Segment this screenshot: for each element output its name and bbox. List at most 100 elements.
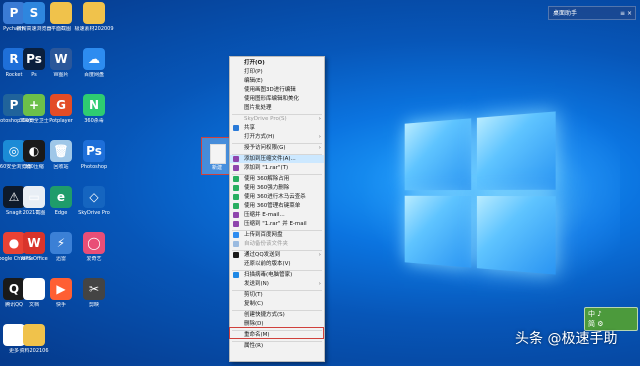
desktop-icon-shortcut-6[interactable]: N 360杀毒 — [74, 94, 114, 136]
menu-item[interactable]: 使用 360解除占用 — [230, 175, 324, 183]
desktop-icon-label: Photoshop — [74, 164, 114, 170]
menu-item-label: 使用 360强力删除 — [244, 185, 289, 191]
menu-item[interactable]: 剪切(T) — [230, 291, 324, 299]
menu-item-icon — [233, 252, 239, 258]
menu-item-label: 压缩到 "1.rar" 并 E-mail — [244, 221, 307, 227]
menu-item[interactable]: 使用 360进行木马云查杀 — [230, 193, 324, 201]
menu-item-icon — [233, 165, 239, 171]
menu-item-icon — [233, 156, 239, 162]
desktop-icon-shortcut-21[interactable]: ✂ 剪映 — [74, 278, 114, 320]
menu-item-label: 使用 360进行木马云查杀 — [244, 194, 306, 200]
menu-item[interactable]: 授予访问权限(G) › — [230, 144, 324, 152]
menu-item-label: 添加到压缩文件(A)... — [244, 156, 296, 162]
menu-item-icon — [233, 203, 239, 209]
menu-item-label: 授予访问权限(G) — [244, 145, 286, 151]
menu-item[interactable]: 打开(O) — [230, 59, 324, 67]
menu-item[interactable]: 发送到(N) › — [230, 280, 324, 288]
chevron-right-icon: › — [319, 144, 321, 152]
watermark: 头条 @极速手助 — [515, 328, 617, 348]
desktop-assistant-gadget[interactable]: 桌面助手 ≡ × — [548, 6, 636, 20]
menu-item-icon — [233, 125, 239, 131]
baidu-netdisk-icon: ☁ — [83, 48, 105, 70]
desktop-icon-label: 360杀毒 — [74, 118, 114, 124]
desktop-icon-baidu-netdisk[interactable]: ☁ 百度网盘 — [74, 48, 114, 90]
chevron-right-icon: › — [319, 115, 321, 123]
menu-item[interactable]: 图片批处理 — [230, 104, 324, 112]
menu-item[interactable]: 扫描病毒(电脑管家) — [230, 271, 324, 279]
menu-item[interactable]: 使用 360强力删除 — [230, 184, 324, 192]
menu-item-label: 上传到百度网盘 — [244, 232, 283, 238]
shortcut-13-icon: ◇ — [83, 186, 105, 208]
menu-item-label: 打开方式(H) — [244, 134, 274, 140]
menu-item-label: 发送到(N) — [244, 281, 269, 287]
menu-item[interactable]: 属性(R) — [230, 342, 324, 350]
menu-item-label: 使用图形库编辑和美化 — [244, 96, 299, 102]
menu-item-label: 共享 — [244, 125, 255, 131]
menu-item[interactable]: 上传到百度网盘 — [230, 231, 324, 239]
menu-item[interactable]: 通过QQ发送到 › — [230, 251, 324, 259]
menu-item-label: 复制(C) — [244, 301, 263, 307]
menu-item[interactable]: 创建快捷方式(S) — [230, 311, 324, 319]
menu-item-icon — [233, 272, 239, 278]
menu-item-label: 打开(O) — [244, 60, 265, 66]
shortcut-5-icon: G — [50, 94, 72, 116]
menu-item-icon — [233, 185, 239, 191]
recycle-bin-icon: 🗑 — [50, 140, 72, 162]
shortcut-6-icon: N — [83, 94, 105, 116]
menu-item[interactable]: 使用图形库编辑和美化 — [230, 95, 324, 103]
menu-item-label: 自动备份该文件夹 — [244, 241, 288, 247]
menu-item-label: 还原以前的版本(V) — [244, 261, 291, 267]
menu-item-label: 压缩并 E-mail... — [244, 212, 285, 218]
menu-item-icon — [233, 194, 239, 200]
menu-item-label: 使用画图3D进行编辑 — [244, 87, 296, 93]
menu-item[interactable]: 还原以前的版本(V) — [230, 260, 324, 268]
menu-item-label: 添加到 "1.rar"(T) — [244, 165, 288, 171]
menu-item[interactable]: 添加到 "1.rar"(T) — [230, 164, 324, 172]
menu-item-label: SkyDrive Pro(S) — [244, 116, 287, 122]
context-menu: 打开(O) 打印(P) 编辑(E) 使用画图3D进行编辑 使用图形库编辑和美化图片批处理… — [229, 56, 325, 362]
chevron-right-icon: › — [319, 133, 321, 141]
menu-item[interactable]: 编辑(E) — [230, 77, 324, 85]
shortcut-16-icon: ⚡ — [50, 232, 72, 254]
menu-item-icon — [233, 212, 239, 218]
menu-item[interactable]: 使用 360管理右键菜单 — [230, 202, 324, 210]
shortcut-23-icon — [23, 324, 45, 346]
menu-item-label: 属性(R) — [244, 343, 263, 349]
menu-item[interactable]: 压缩到 "1.rar" 并 E-mail — [230, 220, 324, 228]
windows-logo-pane-tl — [405, 118, 472, 190]
menu-item[interactable]: 添加到压缩文件(A)... — [230, 155, 324, 163]
menu-item[interactable]: 复制(C) — [230, 300, 324, 308]
desktop-icon-shortcut-9[interactable]: Ps Photoshop — [74, 140, 114, 182]
desktop-icon-label: 极速素材202009 — [74, 26, 114, 32]
menu-item-label: 扫描病毒(电脑管家) — [244, 272, 292, 278]
menu-item-label: 使用 360解除占用 — [244, 176, 289, 182]
menu-item[interactable]: 压缩并 E-mail... — [230, 211, 324, 219]
word-icon: W — [50, 48, 72, 70]
menu-item-icon — [233, 232, 239, 238]
windows-logo-pane-tr — [477, 111, 556, 190]
gadget-controls-icon[interactable]: ≡ × — [620, 7, 632, 21]
desktop-icon-shortcut-17[interactable]: ◯ 爱奇艺 — [74, 232, 114, 274]
shortcut-9-icon: Ps — [83, 140, 105, 162]
ime-tray-line1: 中 ♪ — [588, 309, 634, 319]
folder-2-icon — [83, 2, 105, 24]
desktop-icon-label: 百度网盘 — [74, 72, 114, 78]
delete-highlight-box — [229, 327, 324, 339]
menu-item-icon — [233, 241, 239, 247]
menu-item[interactable]: 使用画图3D进行编辑 — [230, 86, 324, 94]
menu-item: SkyDrive Pro(S) › — [230, 115, 324, 123]
menu-item-label: 通过QQ发送到 — [244, 252, 280, 258]
desktop-icon-shortcut-13[interactable]: ◇ SkyDrive Pro — [74, 186, 114, 228]
menu-item[interactable]: 打开方式(H) › — [230, 133, 324, 141]
document-icon — [210, 144, 226, 164]
desktop-icon-label: 爱奇艺 — [74, 256, 114, 262]
desktop-icon-folder-2[interactable]: 极速素材202009 — [74, 2, 114, 44]
menu-item[interactable]: 共享 — [230, 124, 324, 132]
menu-item[interactable]: 打印(P) — [230, 68, 324, 76]
selected-file-label: 新建 — [202, 164, 232, 171]
shortcut-12-icon: e — [50, 186, 72, 208]
gadget-title: 桌面助手 — [553, 10, 577, 17]
chevron-right-icon: › — [319, 280, 321, 288]
chevron-right-icon: › — [319, 251, 321, 259]
menu-item-label: 使用 360管理右键菜单 — [244, 203, 300, 209]
